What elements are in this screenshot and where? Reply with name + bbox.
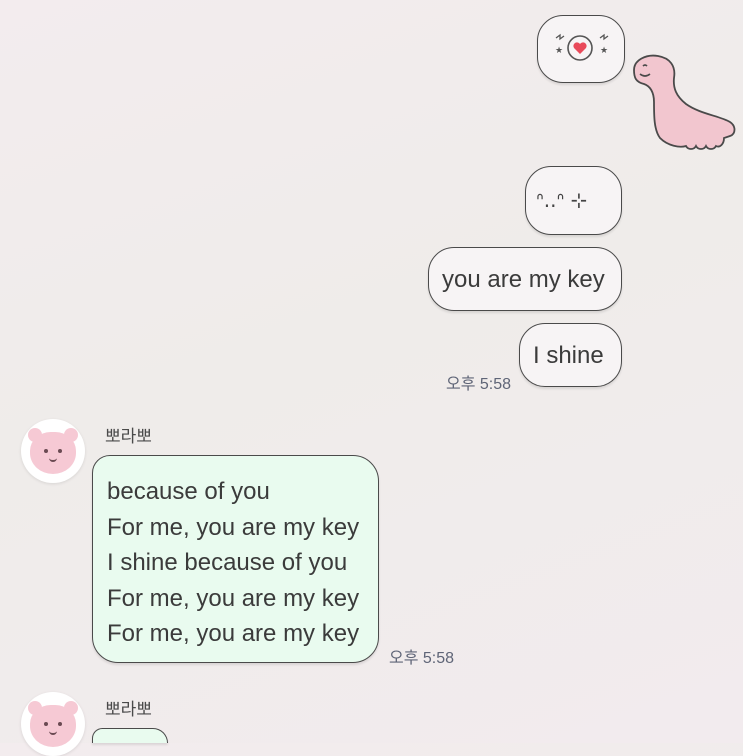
- message-timestamp: 오후 5:58: [389, 650, 455, 667]
- outgoing-message-bubble[interactable]: you are my key: [428, 247, 622, 311]
- message-line: because of you: [107, 478, 270, 505]
- message-line: I shine because of you: [107, 549, 348, 576]
- svg-text:★: ★: [555, 46, 563, 56]
- message-line: For me, you are my key: [107, 620, 360, 647]
- message-text: I shine: [533, 342, 604, 369]
- message-text: you are my key: [442, 266, 605, 293]
- pink-dinosaur-sticker: [633, 54, 736, 150]
- outgoing-message-bubble[interactable]: I shine: [519, 323, 622, 387]
- message-line: For me, you are my key: [107, 584, 360, 612]
- message-line: For me, you are my key: [107, 513, 360, 541]
- outgoing-message-bubble[interactable]: ᐢ..ᐢ ⊹: [525, 166, 622, 235]
- sparkle-heart-icon: ★ ★: [555, 33, 609, 61]
- outgoing-emoticon-bubble[interactable]: ★ ★: [537, 15, 625, 83]
- incoming-message-bubble[interactable]: because of you For me, you are my key I …: [92, 455, 379, 663]
- bear-avatar-icon: [28, 701, 78, 747]
- message-text: ᐢ..ᐢ ⊹: [536, 188, 588, 212]
- sender-name: 뽀라뽀: [105, 427, 152, 446]
- sender-name: 뽀라뽀: [105, 700, 152, 719]
- svg-text:★: ★: [600, 46, 608, 56]
- bear-avatar-icon: [28, 428, 78, 474]
- sender-avatar[interactable]: [21, 419, 85, 483]
- incoming-message-bubble[interactable]: [92, 728, 168, 743]
- message-text-block: because of you For me, you are my key I …: [93, 456, 378, 652]
- sender-avatar[interactable]: [21, 692, 85, 756]
- message-timestamp: 오후 5:58: [446, 376, 512, 393]
